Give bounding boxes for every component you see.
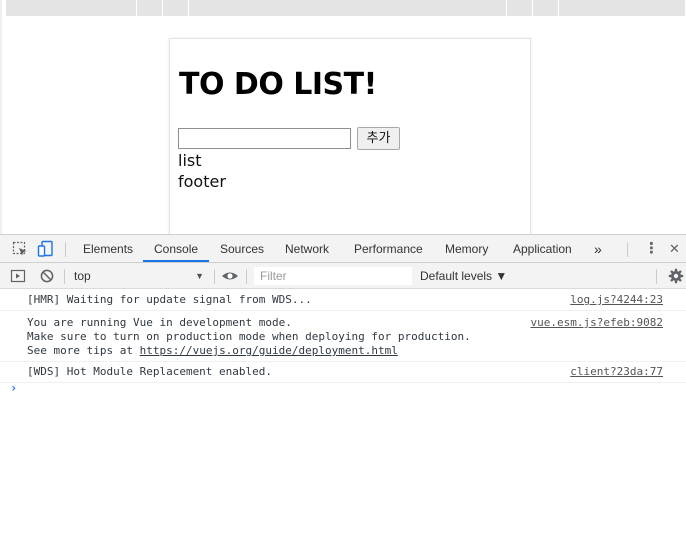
devtools-panel: Elements Console Sources Network Perform…	[0, 234, 686, 556]
toolbar-divider	[246, 269, 247, 284]
toolbar-divider	[214, 269, 215, 284]
tab-network[interactable]: Network	[285, 235, 329, 262]
levels-dropdown[interactable]: Default levels ▼	[420, 267, 507, 285]
context-select[interactable]: top ▼	[70, 267, 208, 285]
source-link[interactable]: log.js?4244:23	[570, 293, 663, 307]
more-tabs-icon[interactable]: »	[594, 235, 602, 262]
toolbar-divider	[656, 269, 657, 284]
inspect-icon[interactable]	[11, 240, 29, 258]
source-link[interactable]: client?23da:77	[570, 365, 663, 379]
context-value: top	[74, 269, 91, 283]
add-button[interactable]: 추가	[357, 127, 400, 150]
tab-memory[interactable]: Memory	[445, 235, 488, 262]
source-link[interactable]: vue.esm.js?efeb:9082	[531, 316, 663, 330]
strip-segment	[559, 0, 686, 16]
console-message-text: See more tips at https://vuejs.org/guide…	[27, 344, 686, 358]
page-title: TO DO LIST!	[179, 67, 377, 102]
close-icon[interactable]: ✕	[669, 235, 680, 262]
active-tab-indicator	[143, 260, 209, 262]
todo-input[interactable]	[178, 128, 351, 149]
console-toolbar: top ▼ Filter Default levels ▼	[0, 263, 686, 289]
strip-segment	[163, 0, 189, 16]
console-message-prefix: See more tips at	[27, 344, 140, 357]
clear-console-icon[interactable]	[38, 267, 56, 285]
devtools-tabbar: Elements Console Sources Network Perform…	[0, 235, 686, 263]
eye-icon[interactable]	[221, 267, 239, 285]
tab-console[interactable]: Console	[154, 235, 198, 262]
strip-segment	[6, 0, 137, 16]
kebab-menu-icon[interactable]: ⋮	[644, 235, 659, 262]
toolbar-divider	[64, 269, 65, 284]
filter-input[interactable]: Filter	[254, 267, 412, 285]
list-text: list	[178, 151, 202, 170]
docs-link[interactable]: https://vuejs.org/guide/deployment.html	[140, 344, 398, 357]
dropdown-arrow-icon: ▼	[195, 271, 204, 281]
tab-elements[interactable]: Elements	[83, 235, 133, 262]
page-viewport: TO DO LIST! 추가 list footer	[0, 0, 686, 234]
strip-segment	[137, 0, 163, 16]
gear-icon[interactable]	[667, 267, 685, 285]
toolbar-divider	[627, 242, 628, 257]
console-output: [HMR] Waiting for update signal from WDS…	[0, 290, 686, 556]
console-message: You are running Vue in development mode.…	[0, 311, 686, 362]
strip-segment	[507, 0, 533, 16]
sidebar-toggle-icon[interactable]	[9, 267, 27, 285]
strip-segment	[189, 0, 507, 16]
console-prompt[interactable]: ›	[10, 381, 17, 395]
console-message: [HMR] Waiting for update signal from WDS…	[0, 290, 686, 311]
tab-sources[interactable]: Sources	[220, 235, 264, 262]
browser-strip	[6, 0, 686, 16]
device-toggle-icon[interactable]	[37, 240, 55, 258]
footer-text: footer	[178, 172, 226, 191]
toolbar-divider	[65, 242, 66, 257]
console-message-text: Make sure to turn on production mode whe…	[27, 330, 471, 343]
console-message: [WDS] Hot Module Replacement enabled. cl…	[0, 362, 686, 383]
tab-application[interactable]: Application	[513, 235, 572, 262]
strip-segment	[533, 0, 559, 16]
todo-app-card: TO DO LIST! 추가 list footer	[169, 38, 531, 234]
tab-performance[interactable]: Performance	[354, 235, 423, 262]
